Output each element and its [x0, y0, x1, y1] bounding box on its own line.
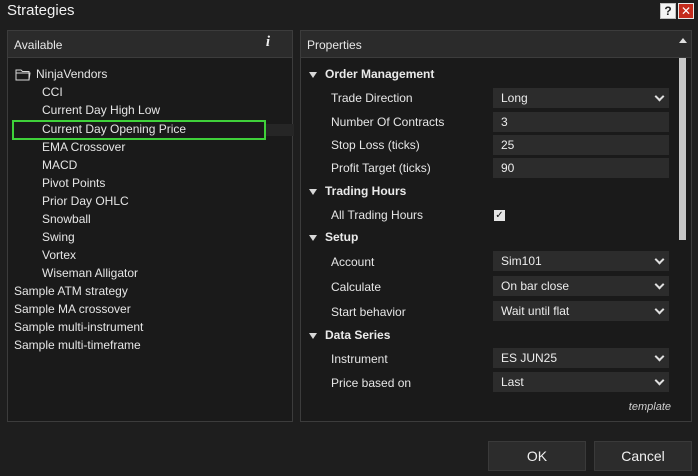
collapse-arrow-icon: [309, 189, 317, 195]
strategy-item-macd[interactable]: MACD: [42, 156, 77, 174]
category-label: Data Series: [325, 328, 391, 342]
select-value: ES JUN25: [501, 351, 558, 365]
ok-button-label: OK: [526, 448, 548, 464]
ok-button[interactable]: OK: [488, 441, 586, 471]
property-trade-direction: Trade Direction Long: [301, 87, 677, 109]
stop-loss-input[interactable]: 25: [493, 135, 669, 155]
category-order-management[interactable]: Order Management: [301, 64, 677, 86]
available-panel: Available i NinjaVendors CCI Current Day…: [7, 30, 294, 422]
profit-target-input[interactable]: 90: [493, 158, 669, 178]
chevron-down-icon: [654, 279, 665, 290]
properties-title: Properties: [307, 38, 362, 52]
chevron-down-icon: [654, 375, 665, 386]
property-price-based-on: Price based on Last: [301, 371, 677, 393]
strategy-item-sample-multi-timeframe[interactable]: Sample multi-timeframe: [14, 336, 141, 354]
window-title: Strategies: [7, 2, 75, 19]
selection-highlight-tail: [266, 124, 294, 136]
category-data-series[interactable]: Data Series: [301, 325, 677, 347]
collapse-arrow-icon: [309, 333, 317, 339]
strategy-item-prior-day-ohlc[interactable]: Prior Day OHLC: [42, 192, 129, 210]
property-label: Instrument: [331, 352, 388, 366]
property-start-behavior: Start behavior Wait until flat: [301, 300, 677, 322]
cancel-button[interactable]: Cancel: [594, 441, 692, 471]
property-all-trading-hours: All Trading Hours ✓: [301, 204, 677, 226]
property-label: Start behavior: [331, 305, 406, 319]
chevron-down-icon: [654, 91, 665, 102]
strategy-item-sample-multi-instrument[interactable]: Sample multi-instrument: [14, 318, 143, 336]
template-link[interactable]: template: [629, 401, 671, 413]
strategy-item-swing[interactable]: Swing: [42, 228, 75, 246]
category-label: Setup: [325, 230, 359, 244]
available-header: Available i: [8, 31, 292, 58]
property-label: Account: [331, 255, 375, 269]
help-icon: ?: [664, 4, 672, 18]
input-value: 25: [501, 138, 515, 152]
select-value: Last: [501, 375, 524, 389]
property-label: Trade Direction: [331, 91, 413, 105]
properties-scrollbar[interactable]: [677, 32, 689, 420]
folder-icon: [15, 69, 31, 81]
strategy-item-current-day-high-low[interactable]: Current Day High Low: [42, 101, 160, 119]
property-label: Calculate: [331, 280, 382, 294]
input-value: 90: [501, 161, 515, 175]
property-label: Number Of Contracts: [331, 115, 445, 129]
help-button[interactable]: ?: [660, 3, 676, 19]
strategy-item-pivot-points[interactable]: Pivot Points: [42, 174, 105, 192]
collapse-arrow-icon: [309, 235, 317, 241]
close-button[interactable]: ✕: [678, 3, 694, 19]
account-select[interactable]: Sim101: [493, 251, 669, 271]
start-behavior-select[interactable]: Wait until flat: [493, 301, 669, 321]
chevron-down-icon: [654, 304, 665, 315]
chevron-down-icon: [654, 351, 665, 362]
info-icon[interactable]: i: [266, 34, 270, 51]
strategy-item-sample-atm[interactable]: Sample ATM strategy: [14, 282, 128, 300]
property-label: Profit Target (ticks): [331, 161, 431, 175]
available-title: Available: [14, 38, 63, 52]
property-instrument: Instrument ES JUN25: [301, 347, 677, 369]
price-based-on-select[interactable]: Last: [493, 372, 669, 392]
collapse-arrow-icon: [309, 72, 317, 78]
select-value: On bar close: [501, 279, 570, 293]
strategy-item-ema-crossover[interactable]: EMA Crossover: [42, 138, 125, 156]
select-value: Sim101: [501, 254, 542, 268]
tree-folder-ninjavendors[interactable]: NinjaVendors: [36, 65, 107, 83]
properties-panel: Properties Order Management Trade Direct…: [300, 30, 692, 422]
strategy-item-current-day-opening-price[interactable]: Current Day Opening Price: [42, 120, 186, 138]
chevron-down-icon: [654, 254, 665, 265]
strategy-item-sample-ma-crossover[interactable]: Sample MA crossover: [14, 300, 131, 318]
strategy-item-snowball[interactable]: Snowball: [42, 210, 91, 228]
input-value: 3: [501, 115, 508, 129]
category-setup[interactable]: Setup: [301, 227, 677, 249]
scroll-up-icon[interactable]: [679, 38, 687, 43]
title-bar: Strategies ? ✕: [0, 0, 698, 24]
property-account: Account Sim101: [301, 250, 677, 272]
close-icon: ✕: [680, 4, 692, 18]
property-number-of-contracts: Number Of Contracts 3: [301, 111, 677, 133]
strategy-item-cci[interactable]: CCI: [42, 83, 63, 101]
instrument-select[interactable]: ES JUN25: [493, 348, 669, 368]
properties-header: Properties: [301, 31, 691, 58]
category-label: Trading Hours: [325, 184, 407, 198]
select-value: Long: [501, 91, 528, 105]
select-value: Wait until flat: [501, 304, 570, 318]
category-label: Order Management: [325, 67, 435, 81]
all-trading-hours-checkbox[interactable]: ✓: [494, 210, 505, 221]
strategy-item-vortex[interactable]: Vortex: [42, 246, 76, 264]
property-label: All Trading Hours: [331, 208, 424, 222]
cancel-button-label: Cancel: [621, 448, 665, 464]
property-label: Stop Loss (ticks): [331, 138, 420, 152]
number-of-contracts-input[interactable]: 3: [493, 112, 669, 132]
calculate-select[interactable]: On bar close: [493, 276, 669, 296]
property-calculate: Calculate On bar close: [301, 275, 677, 297]
property-label: Price based on: [331, 376, 412, 390]
category-trading-hours[interactable]: Trading Hours: [301, 181, 677, 203]
strategy-item-wiseman-alligator[interactable]: Wiseman Alligator: [42, 264, 138, 282]
scrollbar-thumb[interactable]: [679, 58, 686, 240]
trade-direction-select[interactable]: Long: [493, 88, 669, 108]
property-profit-target: Profit Target (ticks) 90: [301, 157, 677, 179]
property-stop-loss: Stop Loss (ticks) 25: [301, 134, 677, 156]
